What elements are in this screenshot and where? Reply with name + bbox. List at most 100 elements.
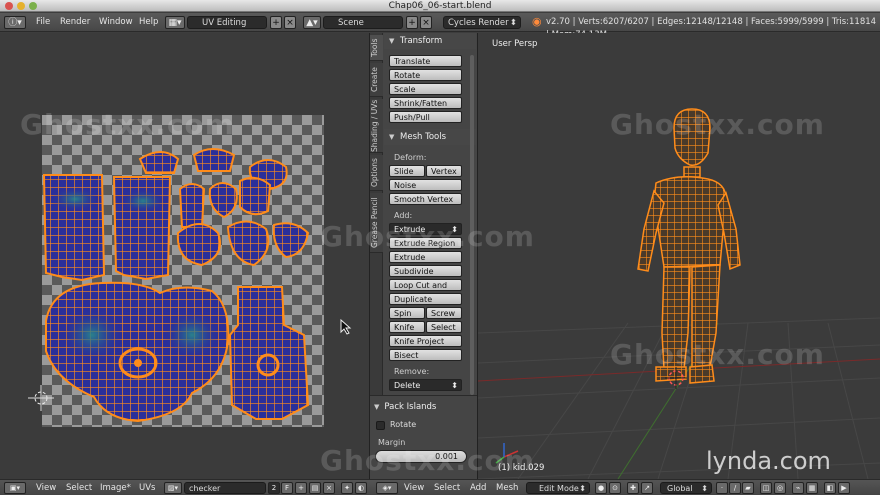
- watermark-text: Ghostxx.com: [610, 338, 825, 371]
- mouse-pointer-icon: [340, 319, 352, 335]
- blender-logo-icon: ◉: [532, 15, 542, 28]
- translate-button[interactable]: Translate: [389, 55, 462, 67]
- tab-shading-uvs[interactable]: Shading / UVs: [370, 99, 383, 153]
- limit-selection-icon[interactable]: ◫: [760, 482, 772, 494]
- scale-button[interactable]: Scale: [389, 83, 462, 95]
- translate-manipulator-icon[interactable]: ↗: [641, 482, 653, 494]
- spin-button[interactable]: Spin: [389, 307, 425, 319]
- uv-image-editor[interactable]: [0, 33, 369, 479]
- vertex-slide-button[interactable]: Vertex: [426, 165, 462, 177]
- noise-button[interactable]: Noise: [389, 179, 462, 191]
- rotate-checkbox[interactable]: [376, 421, 385, 430]
- remove-scene-icon[interactable]: ×: [420, 16, 432, 29]
- lynda-watermark: lynda.com: [706, 447, 831, 475]
- scene-icon[interactable]: ▲▾: [303, 16, 321, 29]
- add-layout-icon[interactable]: +: [270, 16, 282, 29]
- tab-options[interactable]: Options: [370, 155, 383, 191]
- proportional-editing-icon[interactable]: ◎: [774, 482, 786, 494]
- transform-orientation-select[interactable]: Global ⬍: [660, 482, 712, 494]
- minimize-window-icon[interactable]: [17, 2, 25, 10]
- knife-select-button[interactable]: Select: [426, 321, 462, 333]
- window-titlebar: Chap06_06-start.blend: [0, 0, 880, 12]
- render-preview-icon[interactable]: ◧: [824, 482, 836, 494]
- uv-menu-uvs[interactable]: UVs: [139, 482, 155, 494]
- fake-user-button[interactable]: F: [281, 482, 293, 494]
- viewport-scene[interactable]: [478, 33, 880, 479]
- watermark-text: Ghostxx.com: [20, 108, 235, 141]
- image-display-icon[interactable]: ◐: [355, 482, 367, 494]
- transform-panel-header[interactable]: ▼ Transform: [384, 33, 476, 49]
- menu-file[interactable]: File: [36, 16, 50, 29]
- close-window-icon[interactable]: [5, 2, 13, 10]
- browse-image-icon[interactable]: ▨▾: [164, 482, 182, 494]
- scene-field[interactable]: Scene: [323, 16, 403, 29]
- screw-button[interactable]: Screw: [426, 307, 462, 319]
- rotate-checkbox-label: Rotate: [390, 420, 417, 429]
- viewport-shading-icon[interactable]: ●: [595, 482, 607, 494]
- screen-layout-field[interactable]: UV Editing: [187, 16, 267, 29]
- editor-type-image-icon[interactable]: ▣▾: [4, 482, 26, 494]
- snap-element-icon[interactable]: ▦: [806, 482, 818, 494]
- render-engine-select[interactable]: Cycles Render ⬍: [443, 16, 521, 29]
- add-scene-icon[interactable]: +: [406, 16, 418, 29]
- view3d-menu-view[interactable]: View: [404, 482, 424, 494]
- window-title: Chap06_06-start.blend: [388, 1, 492, 11]
- uv-layout-canvas[interactable]: [42, 115, 324, 427]
- opengl-render-icon[interactable]: ▶: [838, 482, 850, 494]
- mesh-tools-panel-header[interactable]: ▼ Mesh Tools: [384, 129, 476, 145]
- view3d-menu-add[interactable]: Add: [470, 482, 486, 494]
- tab-create[interactable]: Create: [370, 63, 383, 97]
- interaction-mode-select[interactable]: Edit Mode ⬍: [526, 482, 590, 494]
- 2d-cursor-icon[interactable]: [26, 385, 56, 415]
- watermark-text: Ghostxx.com: [610, 108, 825, 141]
- loop-cut-slide-button[interactable]: Loop Cut and Slide: [389, 279, 462, 301]
- unlink-image-icon[interactable]: ×: [323, 482, 335, 494]
- editor-type-3d-view-icon[interactable]: ◈▾: [376, 482, 398, 494]
- bisect-button[interactable]: Bisect: [389, 349, 462, 361]
- uv-menu-select[interactable]: Select: [66, 482, 92, 494]
- remove-layout-icon[interactable]: ×: [284, 16, 296, 29]
- view3d-menu-mesh[interactable]: Mesh: [496, 482, 518, 494]
- knife-button[interactable]: Knife: [389, 321, 425, 333]
- watermark-text: Ghostxx.com: [320, 220, 535, 253]
- delete-select[interactable]: Delete ⬍: [389, 379, 462, 391]
- rotate-button[interactable]: Rotate: [389, 69, 462, 81]
- tab-tools[interactable]: Tools: [370, 35, 383, 61]
- editor-footers: ▣▾ View Select Image* UVs ▨▾ checker 2 F…: [0, 479, 880, 495]
- smooth-vertex-button[interactable]: Smooth Vertex: [389, 193, 462, 205]
- menu-help[interactable]: Help: [139, 16, 158, 29]
- zoom-window-icon[interactable]: [29, 2, 37, 10]
- subdivide-button[interactable]: Subdivide: [389, 265, 462, 277]
- duplicate-button[interactable]: Duplicate: [389, 293, 462, 305]
- editor-type-info-icon[interactable]: ⓘ▾: [4, 16, 26, 29]
- menu-window[interactable]: Window: [99, 16, 133, 29]
- uv-menu-image[interactable]: Image*: [100, 482, 131, 494]
- face-select-mode-icon[interactable]: ▰: [742, 482, 754, 494]
- layout-grid-icon[interactable]: ▦▾: [165, 16, 185, 29]
- view3d-menu-select[interactable]: Select: [434, 482, 460, 494]
- push-pull-button[interactable]: Push/Pull: [389, 111, 462, 123]
- open-image-icon[interactable]: ▤: [309, 482, 321, 494]
- 3d-viewport[interactable]: User Persp (1) kid.029 lynda.com: [478, 33, 880, 479]
- pack-islands-header[interactable]: ▼ Pack Islands: [374, 400, 436, 414]
- snap-icon[interactable]: ⌁: [792, 482, 804, 494]
- info-header: ⓘ▾ File Render Window Help ▦▾ UV Editing…: [0, 13, 880, 40]
- vertex-select-mode-icon[interactable]: ·: [716, 482, 728, 494]
- menu-render[interactable]: Render: [60, 16, 90, 29]
- edge-select-mode-icon[interactable]: /: [729, 482, 741, 494]
- collapse-triangle-icon: ▼: [374, 403, 380, 411]
- pivot-point-icon[interactable]: ⊙: [609, 482, 621, 494]
- remove-label: Remove:: [394, 367, 430, 376]
- scene-statistics: v2.70 | Verts:6207/6207 | Edges:12148/12…: [546, 17, 877, 40]
- manipulator-toggle-icon[interactable]: ✚: [627, 482, 639, 494]
- new-image-icon[interactable]: +: [295, 482, 307, 494]
- view-name-label: User Persp: [492, 39, 538, 49]
- pin-icon[interactable]: ✦: [341, 482, 353, 494]
- uv-menu-view[interactable]: View: [36, 482, 56, 494]
- slide-edge-button[interactable]: Slide Ed: [389, 165, 425, 187]
- image-users-count[interactable]: 2: [268, 482, 280, 494]
- collapse-triangle-icon: ▼: [389, 133, 395, 141]
- image-name-field[interactable]: checker: [184, 482, 266, 494]
- shrink-fatten-button[interactable]: Shrink/Fatten: [389, 97, 462, 109]
- knife-project-button[interactable]: Knife Project: [389, 335, 462, 347]
